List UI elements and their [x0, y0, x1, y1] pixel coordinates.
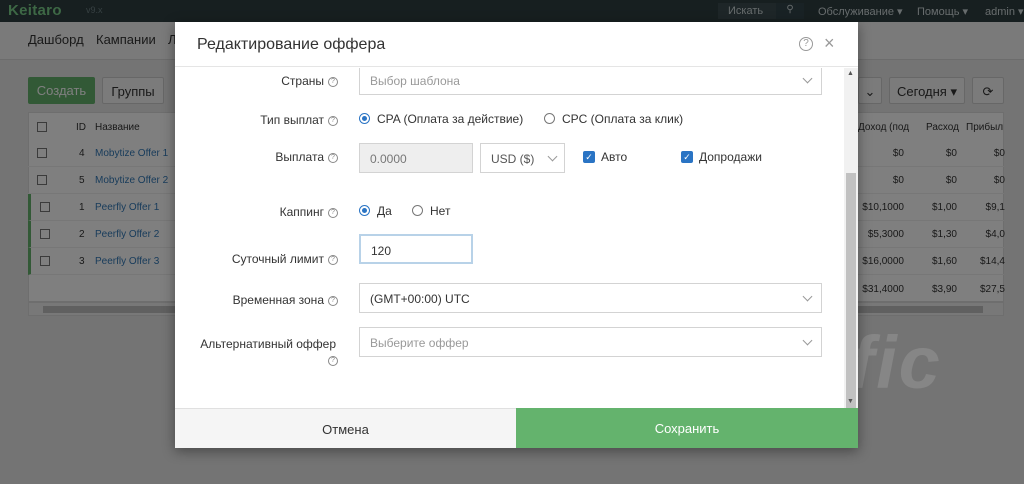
currency-value: USD ($) [491, 152, 535, 166]
help-icon: ? [328, 152, 338, 163]
chevron-down-icon [802, 335, 813, 346]
help-icon: ? [328, 76, 338, 87]
help-icon[interactable]: ? [328, 356, 338, 366]
payout-type-label: Тип выплат? [260, 113, 338, 127]
auto-checkbox[interactable]: ✓ [583, 151, 595, 163]
cancel-button[interactable]: Отмена [175, 408, 516, 448]
chevron-down-icon [802, 73, 813, 84]
payout-type-cpc-label[interactable]: CPC (Оплата за клик) [562, 112, 683, 126]
help-icon: ? [328, 295, 338, 306]
capping-no-radio[interactable] [412, 205, 423, 216]
chevron-down-icon [547, 151, 558, 162]
save-button[interactable]: Сохранить [516, 408, 858, 448]
payout-type-cpa-label[interactable]: CPA (Оплата за действие) [377, 112, 523, 126]
alt-offer-label: Альтернативный оффер [200, 337, 336, 351]
close-icon[interactable]: × [824, 33, 835, 54]
currency-select[interactable]: USD ($) [480, 143, 565, 173]
payout-type-cpc-radio[interactable] [544, 113, 555, 124]
edit-offer-modal: Редактирование оффера ? × Страны? Выбор … [175, 22, 858, 448]
capping-no-label[interactable]: Нет [430, 204, 450, 218]
scroll-down-icon[interactable]: ▼ [847, 398, 854, 405]
scroll-up-icon[interactable]: ▲ [847, 70, 854, 77]
modal-header: Редактирование оффера ? × [175, 22, 858, 67]
chevron-down-icon [802, 291, 813, 302]
help-icon: ? [328, 207, 338, 218]
capping-label: Каппинг? [280, 205, 338, 219]
daily-limit-label: Суточный лимит? [232, 252, 338, 266]
modal-title: Редактирование оффера [197, 36, 386, 53]
timezone-label: Временная зона? [233, 293, 338, 307]
help-icon[interactable]: ? [799, 37, 813, 51]
daily-limit-input[interactable]: 120 [359, 234, 473, 264]
upsells-checkbox[interactable]: ✓ [681, 151, 693, 163]
capping-yes-label[interactable]: Да [377, 204, 392, 218]
modal-vertical-scrollbar[interactable]: ▲ ▼ [844, 68, 858, 408]
auto-label[interactable]: Авто [601, 150, 627, 164]
help-icon: ? [328, 115, 338, 126]
alt-offer-select[interactable]: Выберите оффер [359, 327, 822, 357]
timezone-select[interactable]: (GMT+00:00) UTC [359, 283, 822, 313]
countries-placeholder: Выбор шаблона [370, 74, 460, 88]
payout-label: Выплата? [275, 150, 338, 164]
modal-footer: Отмена Сохранить [175, 408, 858, 448]
countries-select[interactable]: Выбор шаблона [359, 68, 822, 95]
alt-offer-placeholder: Выберите оффер [370, 336, 469, 350]
upsells-label[interactable]: Допродажи [699, 150, 762, 164]
payout-amount-input[interactable]: 0.0000 [359, 143, 473, 173]
modal-body: Страны? Выбор шаблона Тип выплат? CPA (О… [175, 68, 858, 408]
help-icon: ? [328, 254, 338, 265]
timezone-value: (GMT+00:00) UTC [370, 292, 470, 306]
countries-label: Страны? [281, 74, 338, 88]
payout-type-cpa-radio[interactable] [359, 113, 370, 124]
capping-yes-radio[interactable] [359, 205, 370, 216]
scrollbar-thumb[interactable] [846, 173, 856, 408]
